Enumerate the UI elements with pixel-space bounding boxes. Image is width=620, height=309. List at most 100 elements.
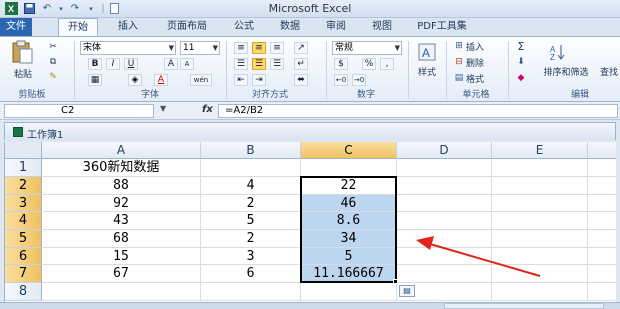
find-select-button[interactable]: 查找 bbox=[600, 65, 620, 78]
clear-icon[interactable]: ◆ bbox=[514, 72, 528, 84]
cell-e1[interactable] bbox=[492, 159, 588, 177]
name-box-dropdown-icon[interactable]: ▼ bbox=[160, 104, 166, 113]
decrease-indent-icon[interactable]: ⇤ bbox=[234, 74, 248, 86]
cell-c4[interactable]: 8.6 bbox=[301, 212, 397, 230]
format-painter-icon[interactable]: ✎ bbox=[46, 71, 60, 83]
cut-icon[interactable]: ✂ bbox=[46, 41, 60, 53]
copy-icon[interactable]: ⧉ bbox=[46, 56, 60, 68]
column-header-a[interactable]: A bbox=[42, 142, 201, 159]
cell-filler[interactable] bbox=[588, 195, 616, 212]
row-header-2[interactable]: 2 bbox=[5, 177, 42, 195]
sort-filter-button[interactable]: 排序和筛选 bbox=[538, 65, 594, 78]
cell-b7[interactable]: 6 bbox=[201, 265, 301, 283]
row-header-5[interactable]: 5 bbox=[5, 230, 42, 248]
cell-e8[interactable] bbox=[492, 283, 588, 301]
tab-home[interactable]: 开始 bbox=[58, 18, 98, 36]
cell-c6[interactable]: 5 bbox=[301, 248, 397, 265]
cell-filler[interactable] bbox=[588, 177, 616, 195]
italic-button[interactable]: I bbox=[106, 58, 120, 70]
chevron-down-icon[interactable]: ▼ bbox=[213, 42, 218, 54]
cell-c2[interactable]: 22 bbox=[301, 177, 397, 195]
orientation-icon[interactable]: ↗ bbox=[294, 42, 308, 54]
format-cells-icon[interactable]: ▤ bbox=[452, 72, 466, 84]
font-color-button[interactable]: A bbox=[154, 74, 168, 86]
cell-filler[interactable] bbox=[588, 230, 616, 248]
format-cells-button[interactable]: 格式 bbox=[466, 72, 496, 85]
tab-view[interactable]: 视图 bbox=[362, 18, 402, 36]
cell-a1[interactable]: 360新知数据 bbox=[42, 159, 201, 177]
cell-c8[interactable] bbox=[301, 283, 397, 301]
align-middle-icon[interactable]: ≡ bbox=[252, 42, 266, 54]
number-format-combo[interactable]: 常规 ▼ bbox=[332, 41, 402, 55]
align-right-icon[interactable]: ☰ bbox=[270, 58, 284, 70]
cell-d7[interactable] bbox=[397, 265, 492, 283]
decrease-decimal-icon[interactable]: →0 bbox=[352, 74, 366, 86]
delete-cells-icon[interactable]: ⊟ bbox=[452, 56, 466, 68]
styles-icon[interactable]: A bbox=[414, 41, 440, 63]
tab-file[interactable]: 文件 bbox=[0, 18, 32, 36]
cell-e4[interactable] bbox=[492, 212, 588, 230]
cell-a6[interactable]: 15 bbox=[42, 248, 201, 265]
shrink-font-button[interactable]: A bbox=[180, 58, 194, 70]
select-all-corner[interactable] bbox=[5, 142, 42, 159]
sort-filter-icon[interactable]: AZ bbox=[546, 41, 570, 63]
tab-insert[interactable]: 插入 bbox=[108, 18, 148, 36]
cell-e2[interactable] bbox=[492, 177, 588, 195]
borders-icon[interactable]: ▦ bbox=[88, 74, 102, 86]
cell-filler[interactable] bbox=[588, 212, 616, 230]
cell-e6[interactable] bbox=[492, 248, 588, 265]
align-bottom-icon[interactable]: ≡ bbox=[270, 42, 284, 54]
cell-e3[interactable] bbox=[492, 195, 588, 212]
fill-icon[interactable]: ⬇ bbox=[514, 56, 528, 68]
tab-page-layout[interactable]: 页面布局 bbox=[158, 18, 216, 36]
align-left-icon[interactable]: ☰ bbox=[234, 58, 248, 70]
align-top-icon[interactable]: ≡ bbox=[234, 42, 248, 54]
increase-decimal-icon[interactable]: ←0 bbox=[334, 74, 348, 86]
cell-d1[interactable] bbox=[397, 159, 492, 177]
cell-filler[interactable] bbox=[588, 283, 616, 301]
cell-b2[interactable]: 4 bbox=[201, 177, 301, 195]
tab-review[interactable]: 审阅 bbox=[316, 18, 356, 36]
row-header-8[interactable]: 8 bbox=[5, 283, 42, 301]
horizontal-scrollbar[interactable] bbox=[444, 303, 604, 309]
merge-center-icon[interactable]: ⬌ bbox=[294, 74, 308, 86]
cell-a8[interactable] bbox=[42, 283, 201, 301]
name-box[interactable]: C2 bbox=[4, 104, 154, 118]
align-center-icon[interactable]: ☰ bbox=[252, 58, 266, 70]
cell-filler[interactable] bbox=[588, 265, 616, 283]
cell-e5[interactable] bbox=[492, 230, 588, 248]
cell-b1[interactable] bbox=[201, 159, 301, 177]
row-header-3[interactable]: 3 bbox=[5, 195, 42, 212]
grow-font-button[interactable]: A bbox=[164, 58, 178, 70]
insert-function-button[interactable]: fx bbox=[202, 104, 213, 115]
row-header-6[interactable]: 6 bbox=[5, 248, 42, 265]
cell-c1[interactable] bbox=[301, 159, 397, 177]
insert-cells-button[interactable]: 插入 bbox=[466, 40, 496, 53]
tab-pdf-tools[interactable]: PDF工具集 bbox=[412, 18, 472, 36]
cell-b3[interactable]: 2 bbox=[201, 195, 301, 212]
currency-icon[interactable]: $ bbox=[334, 58, 348, 70]
chevron-down-icon[interactable]: ▼ bbox=[169, 42, 174, 54]
fill-handle[interactable] bbox=[393, 279, 398, 284]
cell-b8[interactable] bbox=[201, 283, 301, 301]
chevron-down-icon[interactable]: ▼ bbox=[395, 42, 400, 54]
cell-a4[interactable]: 43 bbox=[42, 212, 201, 230]
column-header-c[interactable]: C bbox=[301, 142, 397, 159]
cell-d3[interactable] bbox=[397, 195, 492, 212]
font-size-combo[interactable]: 11 ▼ bbox=[180, 41, 220, 55]
increase-indent-icon[interactable]: ⇥ bbox=[252, 74, 266, 86]
cell-a7[interactable]: 67 bbox=[42, 265, 201, 283]
worksheet-grid[interactable]: A B C D E 1 360新知数据 2 88 4 22 3 92 2 46 4 43 5 8.6 5 68 2 34 6 1… bbox=[4, 142, 616, 302]
insert-cells-icon[interactable]: ⊞ bbox=[452, 40, 466, 52]
cell-a2[interactable]: 88 bbox=[42, 177, 201, 195]
row-header-4[interactable]: 4 bbox=[5, 212, 42, 230]
cell-c7[interactable]: 11.166667 bbox=[301, 265, 397, 283]
paste-icon[interactable] bbox=[8, 39, 38, 65]
phonetic-button[interactable]: wén bbox=[190, 74, 212, 86]
cell-e7[interactable] bbox=[492, 265, 588, 283]
underline-button[interactable]: U bbox=[124, 58, 138, 70]
cell-c3[interactable]: 46 bbox=[301, 195, 397, 212]
bold-button[interactable]: B bbox=[88, 58, 102, 70]
autosum-button[interactable]: Σ bbox=[514, 40, 528, 53]
cell-filler[interactable] bbox=[588, 159, 616, 177]
